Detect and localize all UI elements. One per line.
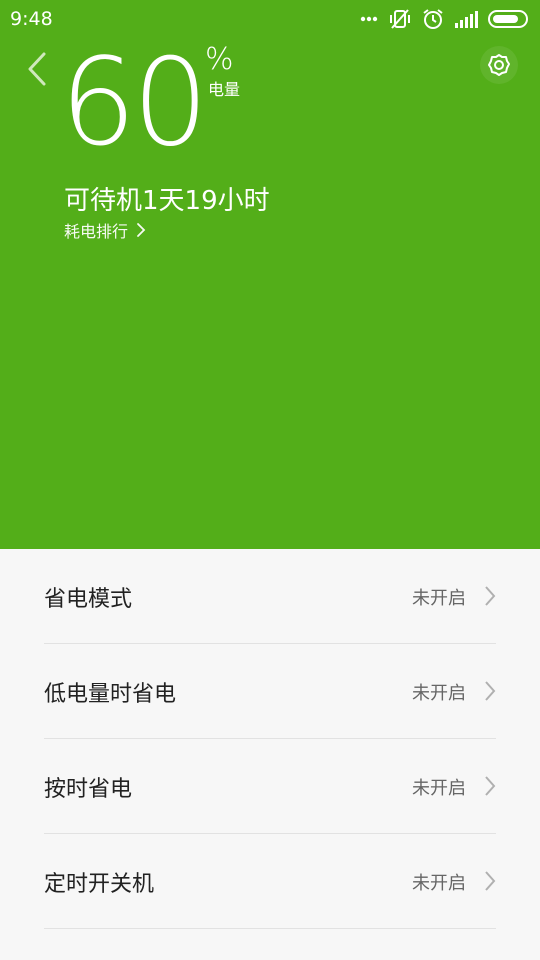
chevron-right-icon: [485, 871, 496, 891]
chevron-right-icon: [485, 776, 496, 796]
power-ranking-label: 耗电排行: [64, 222, 129, 241]
alarm-icon: [422, 8, 444, 30]
chevron-left-icon: [28, 52, 46, 86]
status-icons: [360, 6, 530, 32]
more-dots-icon: [360, 16, 378, 22]
battery-label: 电量: [208, 80, 241, 99]
gear-icon: [488, 54, 510, 76]
settings-button[interactable]: [480, 46, 518, 84]
battery-icon: [488, 10, 530, 28]
standby-estimate: 可待机1天19小时: [64, 186, 270, 216]
battery-percentage: 60: [60, 34, 209, 173]
list-item-label: 省电模式: [44, 586, 133, 612]
percent-symbol: %: [205, 42, 234, 77]
status-time: 9:48: [10, 8, 53, 30]
list-item-status: 未开启: [412, 682, 466, 704]
power-ranking-link[interactable]: 耗电排行: [64, 218, 146, 242]
status-bar: 9:48: [0, 0, 540, 38]
list-item-power-save-mode[interactable]: 省电模式 未开启: [0, 549, 540, 644]
list-item-low-battery-save[interactable]: 低电量时省电 未开启: [0, 644, 540, 739]
list-item-status: 未开启: [412, 587, 466, 609]
chevron-right-icon: [137, 223, 146, 237]
list-item-label: 按时省电: [44, 776, 133, 802]
power-settings-list: 省电模式 未开启 低电量时省电 未开启 按时省电 未开启 定时开关机 未开启: [0, 549, 540, 929]
list-item-scheduled-power-on-off[interactable]: 定时开关机 未开启: [0, 834, 540, 929]
back-button[interactable]: [20, 50, 54, 88]
divider: [44, 928, 496, 929]
list-item-status: 未开启: [412, 872, 466, 894]
signal-icon: [454, 10, 478, 28]
vibrate-off-icon: [388, 8, 412, 30]
list-item-label: 定时开关机: [44, 871, 155, 897]
list-item-scheduled-power-save[interactable]: 按时省电 未开启: [0, 739, 540, 834]
chevron-right-icon: [485, 681, 496, 701]
chevron-right-icon: [485, 586, 496, 606]
battery-header: 9:48 60 % 电量 可待机1天19小时 耗电排行: [0, 0, 540, 549]
list-item-label: 低电量时省电: [44, 681, 177, 707]
list-item-status: 未开启: [412, 777, 466, 799]
